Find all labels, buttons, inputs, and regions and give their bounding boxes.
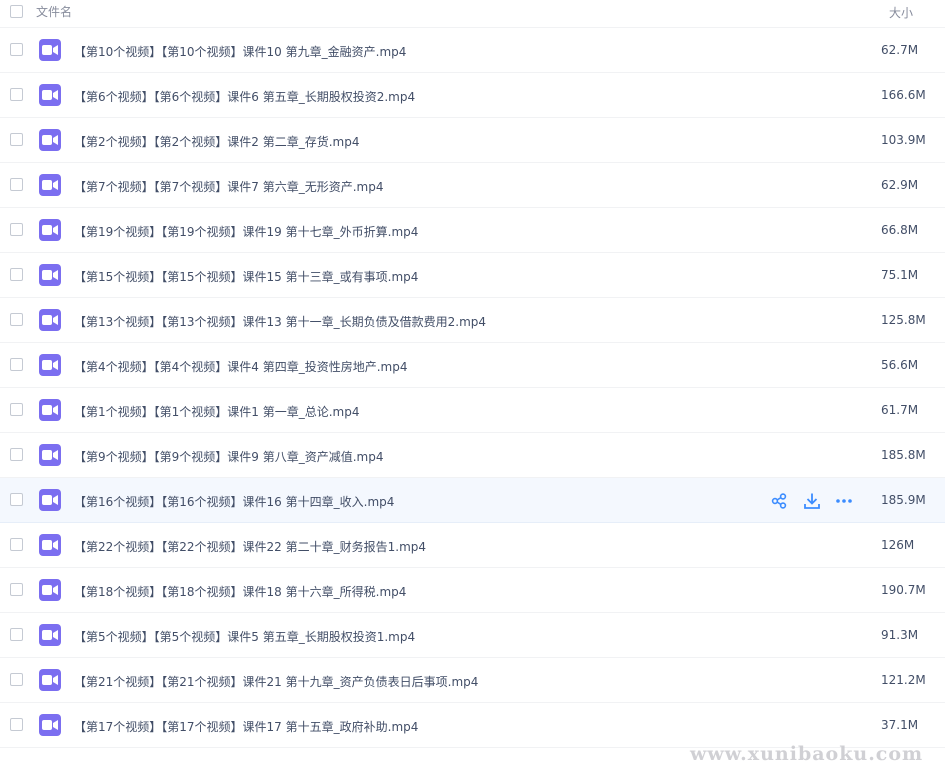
file-size: 37.1M [881, 718, 919, 732]
video-file-icon [39, 84, 61, 106]
video-file-icon [39, 174, 61, 196]
file-size: 56.6M [881, 358, 919, 372]
file-name[interactable]: 【第9个视频】【第9个视频】课件9 第八章_资产减值.mp4 [74, 448, 383, 465]
video-file-icon [39, 39, 61, 61]
row-checkbox[interactable] [10, 718, 23, 731]
row-checkbox[interactable] [10, 268, 23, 281]
watermark-text: www.xunibaoku.com [690, 743, 924, 765]
file-row[interactable]: 【第7个视频】【第7个视频】课件7 第六章_无形资产.mp4 62.9M [0, 163, 945, 208]
row-checkbox[interactable] [10, 628, 23, 641]
file-row[interactable]: 【第1个视频】【第1个视频】课件1 第一章_总论.mp4 61.7M [0, 388, 945, 433]
file-row[interactable]: 【第18个视频】【第18个视频】课件18 第十六章_所得税.mp4 190.7M [0, 568, 945, 613]
file-name[interactable]: 【第13个视频】【第13个视频】课件13 第十一章_长期负债及借款费用2.mp4 [74, 313, 486, 330]
file-row[interactable]: 【第5个视频】【第5个视频】课件5 第五章_长期股权投资1.mp4 91.3M [0, 613, 945, 658]
file-name[interactable]: 【第4个视频】【第4个视频】课件4 第四章_投资性房地产.mp4 [74, 358, 407, 375]
file-size: 62.7M [881, 43, 919, 57]
file-size: 190.7M [881, 583, 926, 597]
row-checkbox[interactable] [10, 358, 23, 371]
video-file-icon [39, 669, 61, 691]
row-checkbox[interactable] [10, 583, 23, 596]
row-checkbox[interactable] [10, 88, 23, 101]
file-size: 121.2M [881, 673, 926, 687]
file-row[interactable]: 【第16个视频】【第16个视频】课件16 第十四章_收入.mp4 185.9M [0, 478, 945, 523]
file-name[interactable]: 【第21个视频】【第21个视频】课件21 第十九章_资产负债表日后事项.mp4 [74, 673, 478, 690]
video-file-icon [39, 579, 61, 601]
row-checkbox[interactable] [10, 673, 23, 686]
file-size: 185.9M [881, 493, 926, 507]
file-name[interactable]: 【第17个视频】【第17个视频】课件17 第十五章_政府补助.mp4 [74, 718, 418, 735]
file-row[interactable]: 【第17个视频】【第17个视频】课件17 第十五章_政府补助.mp4 37.1M [0, 703, 945, 748]
file-rows: 【第10个视频】【第10个视频】课件10 第九章_金融资产.mp4 62.7M … [0, 28, 945, 748]
row-checkbox[interactable] [10, 178, 23, 191]
file-name[interactable]: 【第1个视频】【第1个视频】课件1 第一章_总论.mp4 [74, 403, 359, 420]
row-checkbox[interactable] [10, 403, 23, 416]
row-checkbox[interactable] [10, 43, 23, 56]
file-row[interactable]: 【第15个视频】【第15个视频】课件15 第十三章_或有事项.mp4 75.1M [0, 253, 945, 298]
row-checkbox[interactable] [10, 538, 23, 551]
video-file-icon [39, 624, 61, 646]
file-row[interactable]: 【第4个视频】【第4个视频】课件4 第四章_投资性房地产.mp4 56.6M [0, 343, 945, 388]
file-row[interactable]: 【第13个视频】【第13个视频】课件13 第十一章_长期负债及借款费用2.mp4 [0, 298, 945, 343]
file-row[interactable]: 【第10个视频】【第10个视频】课件10 第九章_金融资产.mp4 62.7M [0, 28, 945, 73]
video-file-icon [39, 444, 61, 466]
file-name[interactable]: 【第7个视频】【第7个视频】课件7 第六章_无形资产.mp4 [74, 178, 383, 195]
file-name[interactable]: 【第19个视频】【第19个视频】课件19 第十七章_外币折算.mp4 [74, 223, 418, 240]
more-icon[interactable] [835, 492, 853, 510]
video-file-icon [39, 219, 61, 241]
file-row[interactable]: 【第22个视频】【第22个视频】课件22 第二十章_财务报告1.mp4 126M [0, 523, 945, 568]
file-row[interactable]: 【第9个视频】【第9个视频】课件9 第八章_资产减值.mp4 185.8M [0, 433, 945, 478]
file-size: 126M [881, 538, 915, 552]
file-size: 91.3M [881, 628, 919, 642]
file-row[interactable]: 【第2个视频】【第2个视频】课件2 第二章_存货.mp4 103.9M [0, 118, 945, 163]
file-name[interactable]: 【第18个视频】【第18个视频】课件18 第十六章_所得税.mp4 [74, 583, 406, 600]
file-list: 文件名 大小 【第10个视频】【第10个视频】课件10 第九章_金融资产.mp4 [0, 0, 945, 767]
file-name[interactable]: 【第15个视频】【第15个视频】课件15 第十三章_或有事项.mp4 [74, 268, 418, 285]
column-header-size[interactable]: 大小 [889, 4, 913, 21]
file-row[interactable]: 【第21个视频】【第21个视频】课件21 第十九章_资产负债表日后事项.mp4 [0, 658, 945, 703]
video-file-icon [39, 309, 61, 331]
file-size: 103.9M [881, 133, 926, 147]
file-name[interactable]: 【第6个视频】【第6个视频】课件6 第五章_长期股权投资2.mp4 [74, 88, 415, 105]
list-header: 文件名 大小 [0, 0, 945, 28]
video-file-icon [39, 399, 61, 421]
file-name[interactable]: 【第22个视频】【第22个视频】课件22 第二十章_财务报告1.mp4 [74, 538, 426, 555]
file-name[interactable]: 【第2个视频】【第2个视频】课件2 第二章_存货.mp4 [74, 133, 359, 150]
select-all-checkbox[interactable] [10, 5, 23, 18]
column-header-name[interactable]: 文件名 [36, 3, 72, 20]
file-row[interactable]: 【第19个视频】【第19个视频】课件19 第十七章_外币折算.mp4 66.8M [0, 208, 945, 253]
file-size: 166.6M [881, 88, 926, 102]
row-checkbox[interactable] [10, 448, 23, 461]
download-icon[interactable] [803, 492, 821, 510]
file-row[interactable]: 【第6个视频】【第6个视频】课件6 第五章_长期股权投资2.mp4 166.6M [0, 73, 945, 118]
file-size: 75.1M [881, 268, 919, 282]
row-checkbox[interactable] [10, 493, 23, 506]
video-file-icon [39, 714, 61, 736]
video-file-icon [39, 129, 61, 151]
file-size: 125.8M [881, 313, 926, 327]
row-checkbox[interactable] [10, 223, 23, 236]
file-size: 185.8M [881, 448, 926, 462]
file-size: 62.9M [881, 178, 919, 192]
file-size: 66.8M [881, 223, 919, 237]
share-icon[interactable] [770, 492, 788, 510]
video-file-icon [39, 264, 61, 286]
file-name[interactable]: 【第16个视频】【第16个视频】课件16 第十四章_收入.mp4 [74, 493, 394, 510]
file-name[interactable]: 【第5个视频】【第5个视频】课件5 第五章_长期股权投资1.mp4 [74, 628, 415, 645]
row-checkbox[interactable] [10, 313, 23, 326]
video-file-icon [39, 489, 61, 511]
video-file-icon [39, 354, 61, 376]
row-checkbox[interactable] [10, 133, 23, 146]
file-size: 61.7M [881, 403, 919, 417]
file-name[interactable]: 【第10个视频】【第10个视频】课件10 第九章_金融资产.mp4 [74, 43, 406, 60]
video-file-icon [39, 534, 61, 556]
